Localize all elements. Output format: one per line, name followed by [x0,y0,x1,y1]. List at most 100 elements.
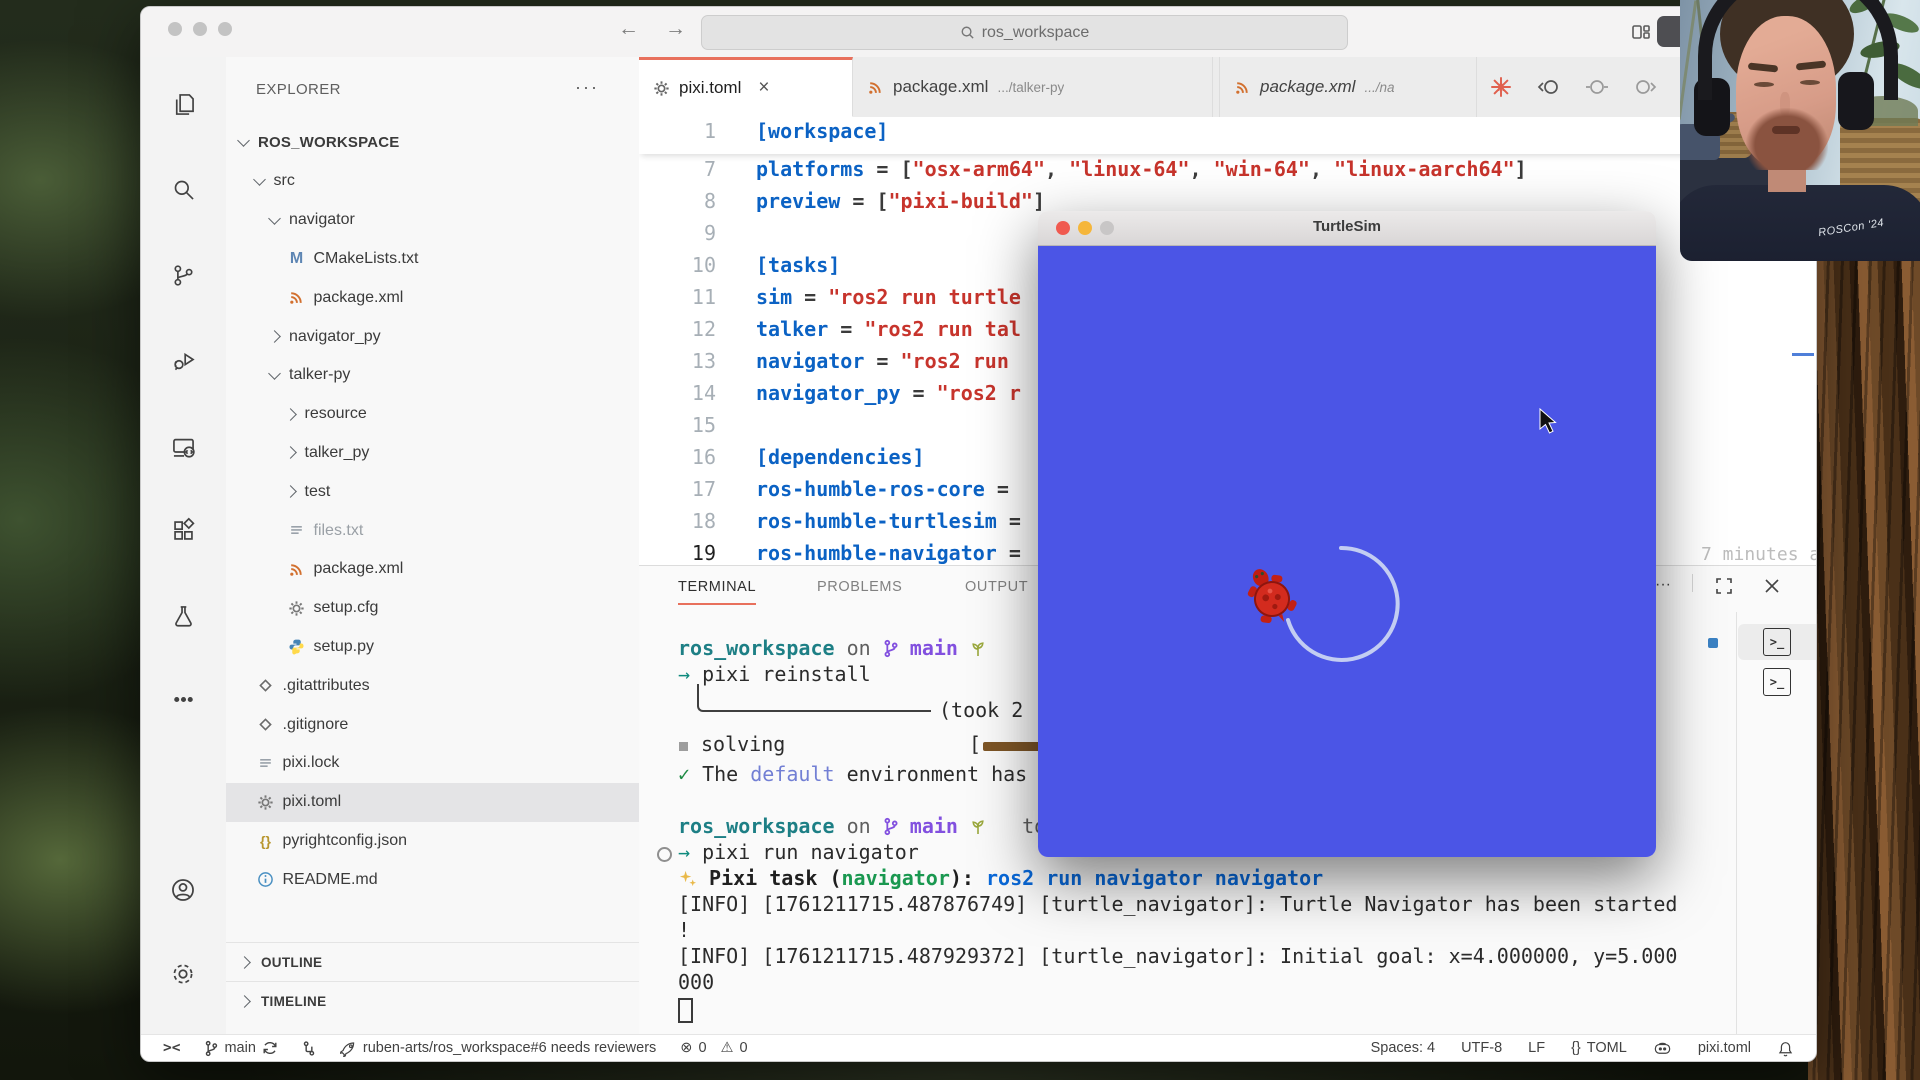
nav-forward-circle-icon[interactable] [1631,73,1659,101]
gear-icon [653,80,670,97]
tab-label: package.xml [893,77,988,97]
tree-item-package-xml[interactable]: package.xml [226,550,639,589]
command-decoration-circle[interactable] [657,847,672,862]
tree-item-resource[interactable]: resource [226,395,639,434]
pull-request-status[interactable]: ruben-arts/ros_workspace#6 needs reviewe… [340,1040,656,1057]
tree-item--gitattributes[interactable]: .gitattributes [226,666,639,705]
tab-output[interactable]: OUTPUT [965,579,1028,595]
settings-gear-icon[interactable] [159,950,207,998]
tree-item-setup-py[interactable]: setup.py [226,627,639,666]
encoding-status[interactable]: UTF-8 [1461,1040,1502,1056]
tree-item-setup-cfg[interactable]: setup.cfg [226,589,639,628]
forward-icon[interactable]: → [665,17,686,41]
timeline-section[interactable]: TIMELINE [226,981,639,1020]
more-actions-icon[interactable] [159,675,207,723]
tree-item-label: talker_py [305,444,370,462]
extensions-icon[interactable] [159,506,207,554]
testing-flask-icon[interactable] [159,592,207,640]
tree-item-test[interactable]: test [226,472,639,511]
close-panel-icon[interactable] [1762,576,1782,601]
tree-item-label: navigator_py [289,328,381,346]
zoom-window-button[interactable] [218,22,232,36]
chevron-right-icon [284,447,297,460]
tree-item-pyrightconfig-json[interactable]: {}pyrightconfig.json [226,821,639,860]
tree-item-readme-md[interactable]: README.md [226,860,639,899]
tree-item--gitignore[interactable]: .gitignore [226,705,639,744]
turtlesim-canvas[interactable] [1038,246,1656,857]
tree-item-pixi-lock[interactable]: pixi.lock [226,744,639,783]
branch-name: main [224,1040,255,1056]
terminal-instance-icon[interactable]: >_ [1763,668,1791,696]
circle-icon[interactable] [1583,73,1611,101]
tab-package-xml-talker[interactable]: package.xml .../talker-py [853,57,1213,117]
run-debug-icon[interactable] [159,335,207,383]
tree-item-navigator[interactable]: navigator [226,201,639,240]
panel-more-icon[interactable]: ··· [1655,576,1671,594]
indentation-status[interactable]: Spaces: 4 [1371,1040,1436,1056]
tab-terminal[interactable]: TERMINAL [678,579,756,605]
explorer-actions-icon[interactable]: ··· [575,77,599,98]
explorer-title: EXPLORER [256,81,341,98]
search-icon[interactable] [159,165,207,213]
problems-status[interactable]: ⊗0⚠0 [680,1040,747,1056]
formatter-status[interactable]: pixi.toml [1698,1040,1751,1056]
eye [1754,82,1774,87]
terminal-instance-icon[interactable]: >_ [1763,628,1791,656]
tree-item-talker-py[interactable]: talker-py [226,356,639,395]
remote-explorer-icon[interactable] [159,423,207,471]
tab-problems[interactable]: PROBLEMS [817,579,902,595]
code-text: platforms = ["osx-arm64", "linux-64", "w… [756,157,1527,181]
tab-desc: .../na [1364,80,1394,95]
notifications-bell-icon[interactable] [1777,1039,1794,1057]
chevron-right-icon [238,956,251,969]
tree-item-label: README.md [283,871,378,889]
source-control-icon[interactable] [159,251,207,299]
desktop: ← → ros_workspace EXPLORE [0,0,1920,1080]
code-line-7[interactable]: 7platforms = ["osx-arm64", "linux-64", "… [639,157,1816,189]
turtle [1238,560,1303,632]
git-branch-status[interactable]: main [204,1040,277,1057]
close-window-button[interactable] [168,22,182,36]
tree-item-pixi-toml[interactable]: pixi.toml [226,783,639,822]
tree-item-package-xml[interactable]: package.xml [226,278,639,317]
eol-status[interactable]: LF [1528,1040,1545,1056]
tree-item-src[interactable]: src [226,162,639,201]
language-status[interactable]: {}TOML [1571,1040,1627,1056]
nav-back-circle-icon[interactable] [1535,73,1563,101]
remote-indicator-icon[interactable]: >< [163,1040,180,1056]
tree-item-talker-py[interactable]: talker_py [226,433,639,472]
back-icon[interactable]: ← [618,17,639,41]
turtlesim-titlebar[interactable]: TurtleSim [1038,211,1656,246]
chevron-right-icon [284,485,297,498]
tree-item-navigator-py[interactable]: navigator_py [226,317,639,356]
tree-item-files-txt[interactable]: files.txt [226,511,639,550]
tree-item-ros-workspace[interactable]: ROS_WORKSPACE [226,123,639,162]
tab-package-xml-nav[interactable]: package.xml .../na [1219,57,1477,117]
outline-label: OUTLINE [261,955,322,970]
code-text: ros-humble-ros-core = [756,477,1021,501]
customize-layout-icon[interactable] [1629,20,1653,49]
tree-item-label: src [274,172,295,190]
warnings-icon: ⚠ [721,1040,734,1056]
close-icon[interactable]: × [758,77,769,99]
tab-pixi-toml[interactable]: pixi.toml × [639,57,853,117]
command-center-search[interactable]: ros_workspace [701,15,1348,50]
tree-item-label: talker-py [289,366,350,384]
tree-item-label: .gitignore [283,716,349,734]
explorer-icon[interactable] [159,80,207,128]
outline-section[interactable]: OUTLINE [226,942,639,981]
errors-count: 0 [698,1040,706,1056]
language-name: TOML [1587,1040,1627,1056]
copilot-icon[interactable] [1653,1040,1672,1057]
tree-item-cmakelists-txt[interactable]: MCMakeLists.txt [226,239,639,278]
minimize-window-button[interactable] [193,22,207,36]
account-icon[interactable] [159,866,207,914]
compare-changes-icon[interactable] [302,1040,316,1057]
log-line: ! [678,918,690,942]
sparkle-icon[interactable] [1487,73,1515,101]
sticky-scroll-row[interactable]: 1[workspace] [639,117,1816,154]
sync-icon [262,1040,278,1056]
code-text: sim = "ros2 run turtle [756,285,1021,309]
line-number: 16 [639,445,716,469]
maximize-panel-icon[interactable] [1714,576,1734,601]
